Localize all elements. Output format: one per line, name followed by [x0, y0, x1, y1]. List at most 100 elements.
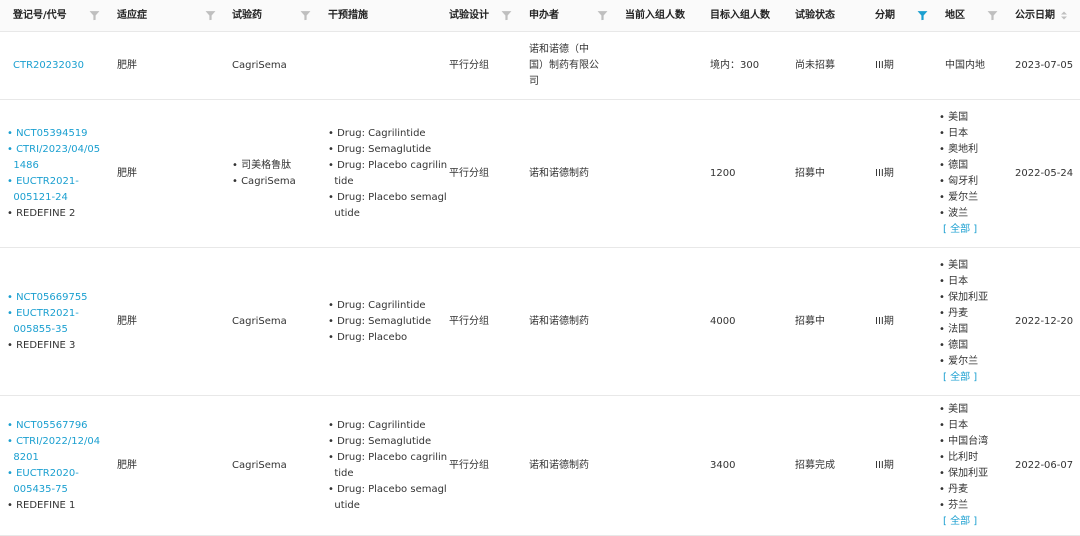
trial-id-cell: • NCT05567796 • CTRI/2022/12/04 8201 • EUC…: [7, 396, 107, 535]
sort-icon[interactable]: [1060, 10, 1068, 21]
design-text: 平行分组: [449, 59, 489, 71]
intervention-text: • Drug: Cagrilintide: [328, 419, 426, 431]
column-header[interactable]: 适应症: [117, 0, 147, 31]
column-header[interactable]: 试验药: [232, 0, 262, 31]
design-cell: 平行分组: [449, 248, 525, 395]
trial-id-link[interactable]: 005435-75: [7, 482, 107, 498]
column-header[interactable]: 当前入组人数: [625, 0, 685, 31]
phase-cell: III期: [875, 396, 941, 535]
region-item: 中国内地: [945, 59, 985, 71]
filter-icon[interactable]: [917, 10, 928, 21]
phase-cell: III期: [875, 32, 941, 99]
show-all-regions-link[interactable]: [ 全部 ]: [939, 514, 1005, 530]
date-cell: 2022-12-20: [1015, 248, 1076, 395]
column-header[interactable]: 干预措施: [328, 0, 368, 31]
column-header[interactable]: 目标入组人数: [710, 0, 770, 31]
column-header[interactable]: 试验状态: [795, 0, 835, 31]
filter-icon[interactable]: [597, 10, 608, 21]
filter-icon[interactable]: [987, 10, 998, 21]
indication-cell: 肥胖: [117, 248, 228, 395]
region-item: • 中国台湾: [939, 435, 989, 447]
sponsor-text: 诺和诺德制药: [529, 167, 589, 179]
filter-icon[interactable]: [300, 10, 311, 21]
phase-text: III期: [875, 315, 894, 327]
table-row: • NCT05567796 • CTRI/2022/12/04 8201 • EUC…: [0, 396, 1080, 536]
table-row: CTR20232030 肥胖 CagriSema 平行分组 诺和诺德（中 国）制药有限公司…: [0, 32, 1080, 100]
status-cell: 招募中: [795, 248, 871, 395]
phase-text: III期: [875, 59, 894, 71]
show-all-regions-link[interactable]: [ 全部 ]: [939, 222, 1005, 238]
trial-id-link[interactable]: 005855-35: [7, 322, 107, 338]
table-body: CTR20232030 肥胖 CagriSema 平行分组 诺和诺德（中 国）制药有限公司…: [0, 32, 1080, 536]
intervention-text: • Drug: Placebo: [328, 331, 408, 343]
trials-table: 登记号/代号 适应症 试验药 干预措施 试验设计 申办者 当前入组人数 目标入组人数 试验状态 分…: [0, 0, 1080, 536]
trial-id-link[interactable]: • CTRI/2023/04/05: [7, 142, 107, 158]
filter-icon[interactable]: [205, 10, 216, 21]
filter-icon[interactable]: [501, 10, 512, 21]
target-enroll-text: 1200: [710, 167, 736, 179]
region-item: • 法国: [939, 323, 969, 335]
phase-cell: III期: [875, 100, 941, 247]
trial-code: • REDEFINE 3: [7, 339, 76, 351]
status-text: 招募完成: [795, 459, 835, 471]
region-item: • 日本: [939, 275, 969, 287]
intervention-text: • Drug: Placebo cagrilin: [328, 451, 448, 463]
intervention-text: • Drug: Cagrilintide: [328, 299, 426, 311]
region-item: • 奥地利: [939, 143, 979, 155]
region-item: • 美国: [939, 111, 969, 123]
publish-date-text: 2022-06-07: [1015, 459, 1074, 471]
design-text: 平行分组: [449, 167, 489, 179]
sponsor-text: 国）制药有限公: [529, 59, 599, 71]
region-item: • 丹麦: [939, 307, 969, 319]
column-header[interactable]: 地区: [945, 0, 965, 31]
indication-text: 肥胖: [117, 459, 137, 471]
show-all-regions-link[interactable]: [ 全部 ]: [939, 370, 1005, 386]
trial-id-link[interactable]: • EUCTR2020-: [7, 466, 107, 482]
column-header[interactable]: 公示日期: [1015, 0, 1055, 31]
trial-id-link[interactable]: 1486: [7, 158, 107, 174]
region-cell: • 美国 • 日本 • 奥地利 • 德国 • 匈牙利 • 爱尔兰 • 波兰 [ 全部 ]: [939, 100, 1005, 247]
phase-text: III期: [875, 167, 894, 179]
region-item: • 美国: [939, 259, 969, 271]
filter-icon[interactable]: [89, 10, 100, 21]
column-header[interactable]: 登记号/代号: [13, 0, 67, 31]
region-item: • 保加利亚: [939, 291, 989, 303]
region-cell: • 美国 • 日本 • 保加利亚 • 丹麦 • 法国 • 德国 • 爱尔兰 [ 全部 ]: [939, 248, 1005, 395]
table-header: 登记号/代号 适应症 试验药 干预措施 试验设计 申办者 当前入组人数 目标入组人数 试验状态 分…: [0, 0, 1080, 32]
sponsor-cell: 诺和诺德（中 国）制药有限公司: [529, 32, 621, 99]
sponsor-cell: 诺和诺德制药: [529, 100, 621, 247]
target-enroll-cell: 境内：300: [710, 32, 791, 99]
trial-id-link[interactable]: • NCT05394519: [7, 126, 107, 142]
trial-id-link[interactable]: • NCT05567796: [7, 418, 107, 434]
drug-cell: • 司美格鲁肽 • CagriSema: [232, 100, 324, 247]
current-enroll-cell: [625, 396, 706, 535]
intervention-text: utide: [328, 207, 360, 219]
sponsor-text: 诺和诺德制药: [529, 315, 589, 327]
column-header[interactable]: 申办者: [529, 0, 559, 31]
publish-date-text: 2022-12-20: [1015, 315, 1074, 327]
indication-cell: 肥胖: [117, 396, 228, 535]
region-item: • 匈牙利: [939, 175, 979, 187]
design-text: 平行分组: [449, 315, 489, 327]
drug-text: • CagriSema: [232, 175, 296, 187]
column-header[interactable]: 分期: [875, 0, 895, 31]
design-cell: 平行分组: [449, 100, 525, 247]
trial-id-link[interactable]: • CTRI/2022/12/04: [7, 434, 107, 450]
design-text: 平行分组: [449, 459, 489, 471]
trial-id-cell: • NCT05394519 • CTRI/2023/04/05 1486 • EUC…: [7, 100, 107, 247]
status-text: 尚未招募: [795, 59, 835, 71]
sponsor-text: 司: [529, 75, 539, 87]
region-cell: • 美国 • 日本 • 中国台湾 • 比利时 • 保加利亚 • 丹麦 • 芬兰 [ 全部 ]: [939, 396, 1005, 535]
sponsor-cell: 诺和诺德制药: [529, 248, 621, 395]
intervention-cell: [328, 32, 445, 99]
trial-id-link[interactable]: • NCT05669755: [7, 290, 107, 306]
trial-id-link[interactable]: CTR20232030: [13, 58, 113, 74]
region-item: • 日本: [939, 127, 969, 139]
trial-id-link[interactable]: 8201: [7, 450, 107, 466]
column-header[interactable]: 试验设计: [449, 0, 489, 31]
region-item: • 比利时: [939, 451, 979, 463]
trial-id-link[interactable]: • EUCTR2021-: [7, 174, 107, 190]
region-item: • 保加利亚: [939, 467, 989, 479]
trial-id-link[interactable]: • EUCTR2021-: [7, 306, 107, 322]
trial-id-link[interactable]: 005121-24: [7, 190, 107, 206]
